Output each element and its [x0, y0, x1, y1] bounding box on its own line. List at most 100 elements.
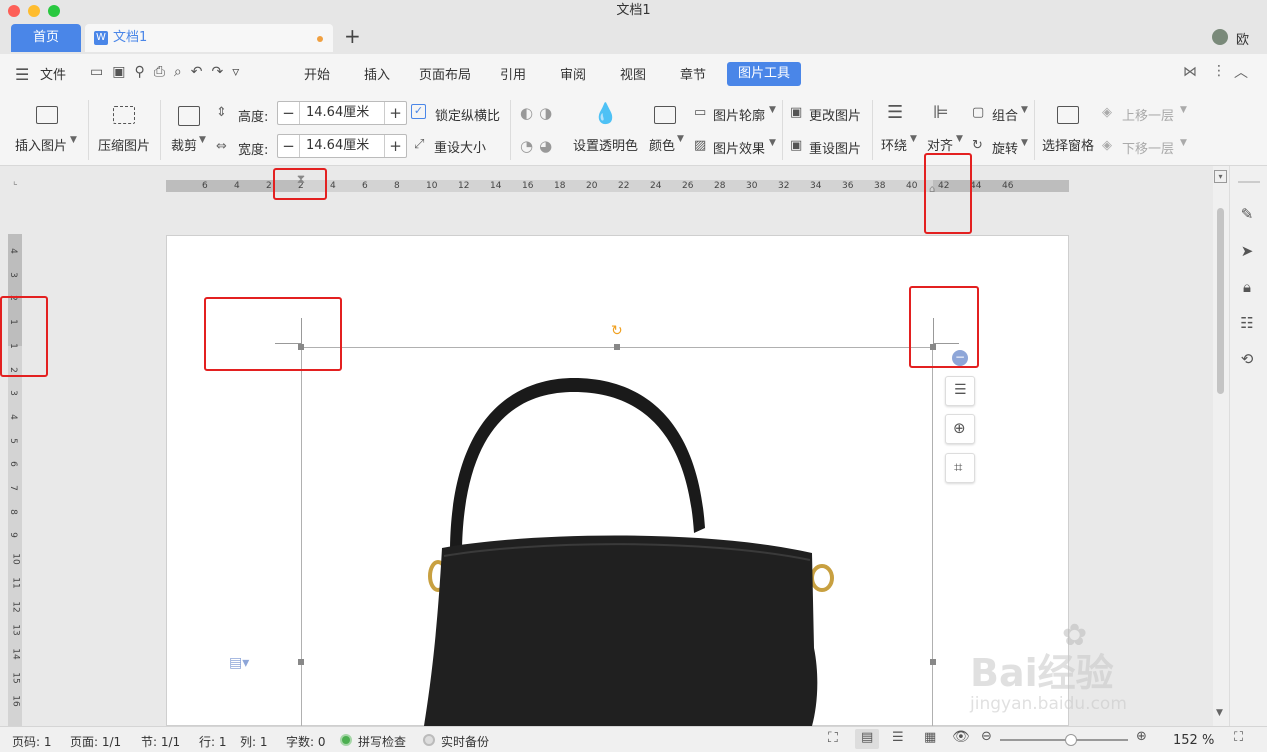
transparent-drop-icon[interactable]: 💧	[593, 101, 618, 125]
backup-icon[interactable]	[423, 734, 435, 746]
reading-mode-icon[interactable]: 👁︎	[952, 729, 970, 745]
crop-chevron-icon[interactable]: ▼	[199, 135, 206, 145]
brightness-icons[interactable]: ◐◑	[520, 104, 558, 122]
scrollbar-thumb[interactable]	[1217, 208, 1224, 394]
menu-section[interactable]: 章节	[680, 64, 706, 83]
send-backward-button[interactable]: 下移一层	[1122, 138, 1174, 157]
align-icon[interactable]: ⊫	[933, 102, 949, 123]
reset-image-icon[interactable]: ▣	[790, 138, 802, 153]
zoom-slider-thumb[interactable]	[1065, 734, 1077, 746]
history-icon[interactable]: ⟲	[1237, 350, 1257, 370]
share-icon[interactable]: ⋈	[1183, 64, 1197, 80]
tab-stop-icon[interactable]: ⌞	[13, 176, 18, 187]
tab-home[interactable]: 首页	[11, 24, 81, 52]
rotate-chevron-icon[interactable]: ▼	[1021, 138, 1028, 148]
wrap-chevron-icon[interactable]: ▼	[910, 134, 917, 144]
handbag-image[interactable]	[302, 348, 932, 726]
minimize-window-icon[interactable]	[28, 5, 40, 17]
selection-pane-icon[interactable]	[1057, 106, 1079, 124]
menu-view[interactable]: 视图	[620, 64, 646, 83]
align-button[interactable]: 对齐	[927, 135, 953, 154]
backup-toggle[interactable]: 实时备份	[441, 733, 489, 750]
width-stepper[interactable]: − 14.64厘米 +	[277, 134, 407, 158]
selection-pane-button[interactable]: 选择窗格	[1042, 135, 1094, 154]
print-layout-button[interactable]: ▤	[855, 729, 879, 749]
insert-image-button[interactable]: 插入图片	[15, 135, 67, 154]
change-image-button[interactable]: 更改图片	[809, 105, 861, 124]
zoom-image-button[interactable]: ⊕	[945, 414, 975, 444]
new-tab-icon[interactable]: +	[344, 24, 361, 48]
color-button[interactable]: 颜色	[649, 135, 675, 154]
insert-image-icon[interactable]	[36, 106, 58, 124]
vertical-scrollbar[interactable]: ▾ ▼	[1213, 166, 1229, 726]
send-backward-icon[interactable]: ◈	[1102, 138, 1112, 153]
paragraph-mark-icon[interactable]: ▤▾	[229, 655, 249, 671]
user-name[interactable]: 欧	[1236, 29, 1249, 48]
effects-chevron-icon[interactable]: ▼	[769, 138, 776, 148]
outline-icon[interactable]: ▭	[694, 105, 706, 120]
reset-image-button[interactable]: 重设图片	[809, 138, 861, 157]
insert-image-chevron-icon[interactable]: ▼	[70, 135, 77, 145]
lock-ratio-checkbox[interactable]: ✓	[411, 104, 426, 119]
zoom-in-status-icon[interactable]: ⊕	[1136, 729, 1147, 744]
effects-icon[interactable]: ▨	[694, 138, 706, 153]
color-icon[interactable]	[654, 106, 676, 124]
fullscreen-icon[interactable]: ⛶	[1234, 730, 1243, 745]
bring-forward-icon[interactable]: ◈	[1102, 105, 1112, 120]
tab-document[interactable]: W 文档1	[85, 24, 333, 52]
web-view-icon[interactable]: ▦	[924, 730, 936, 745]
height-decrease-button[interactable]: −	[278, 102, 300, 124]
change-image-icon[interactable]: ▣	[790, 105, 802, 120]
maximize-window-icon[interactable]	[48, 5, 60, 17]
group-button[interactable]: 组合	[992, 105, 1018, 124]
menu-review[interactable]: 审阅	[560, 64, 586, 83]
color-chevron-icon[interactable]: ▼	[677, 134, 684, 144]
layout-options-button[interactable]: ☰	[945, 376, 975, 406]
rotate-icon[interactable]: ↻	[972, 138, 983, 153]
set-transparent-button[interactable]: 设置透明色	[573, 135, 638, 154]
spell-check-toggle[interactable]: 拼写检查	[358, 733, 406, 750]
outline-view-icon[interactable]: ☰	[892, 730, 904, 745]
send-backward-chevron-icon[interactable]: ▼	[1180, 138, 1187, 148]
edit-pen-icon[interactable]: ✎	[1237, 205, 1257, 225]
crop-icon[interactable]	[178, 106, 200, 126]
more-icon[interactable]: ⋮	[1212, 63, 1226, 79]
group-chevron-icon[interactable]: ▼	[1021, 105, 1028, 115]
wrap-button[interactable]: 环绕	[881, 135, 907, 154]
crop-float-button[interactable]: ⌗	[945, 453, 975, 483]
rotate-button[interactable]: 旋转	[992, 138, 1018, 157]
reset-size-icon[interactable]: ⤢	[414, 137, 424, 152]
hamburger-icon[interactable]: ☰	[15, 65, 29, 84]
wrap-icon[interactable]: ☰	[887, 102, 903, 123]
spell-check-icon[interactable]	[340, 734, 352, 746]
width-increase-button[interactable]: +	[384, 135, 406, 157]
scroll-down-icon[interactable]: ▼	[1216, 708, 1223, 718]
width-value[interactable]: 14.64厘米	[306, 135, 369, 157]
compress-image-button[interactable]: 压缩图片	[98, 135, 150, 154]
menu-file[interactable]: 文件	[40, 64, 66, 83]
zoom-slider[interactable]	[1000, 734, 1128, 746]
bring-forward-chevron-icon[interactable]: ▼	[1180, 105, 1187, 115]
crop-button[interactable]: 裁剪	[171, 135, 197, 154]
bring-forward-button[interactable]: 上移一层	[1122, 105, 1174, 124]
menu-start[interactable]: 开始	[304, 64, 330, 83]
cursor-icon[interactable]: ➤	[1237, 242, 1257, 262]
zoom-level[interactable]: 152 %	[1173, 733, 1214, 748]
height-increase-button[interactable]: +	[384, 102, 406, 124]
height-stepper[interactable]: − 14.64厘米 +	[277, 101, 407, 125]
contrast-icons[interactable]: ◔◕	[520, 137, 558, 155]
close-window-icon[interactable]	[8, 5, 20, 17]
save-view-icon[interactable]: ▾	[1214, 170, 1227, 183]
compress-image-icon[interactable]	[113, 106, 135, 124]
settings-sliders-icon[interactable]: ☷	[1237, 314, 1257, 334]
outline-chevron-icon[interactable]: ▼	[769, 105, 776, 115]
menu-page-layout[interactable]: 页面布局	[419, 64, 471, 83]
height-value[interactable]: 14.64厘米	[306, 102, 369, 124]
rotate-handle-icon[interactable]: ↻	[611, 323, 623, 339]
menu-insert[interactable]: 插入	[364, 64, 390, 83]
menu-references[interactable]: 引用	[500, 64, 526, 83]
effects-button[interactable]: 图片效果	[713, 138, 765, 157]
lock-ratio-label[interactable]: 锁定纵横比	[435, 105, 500, 124]
width-decrease-button[interactable]: −	[278, 135, 300, 157]
zoom-out-icon[interactable]: ⊖	[981, 729, 992, 744]
